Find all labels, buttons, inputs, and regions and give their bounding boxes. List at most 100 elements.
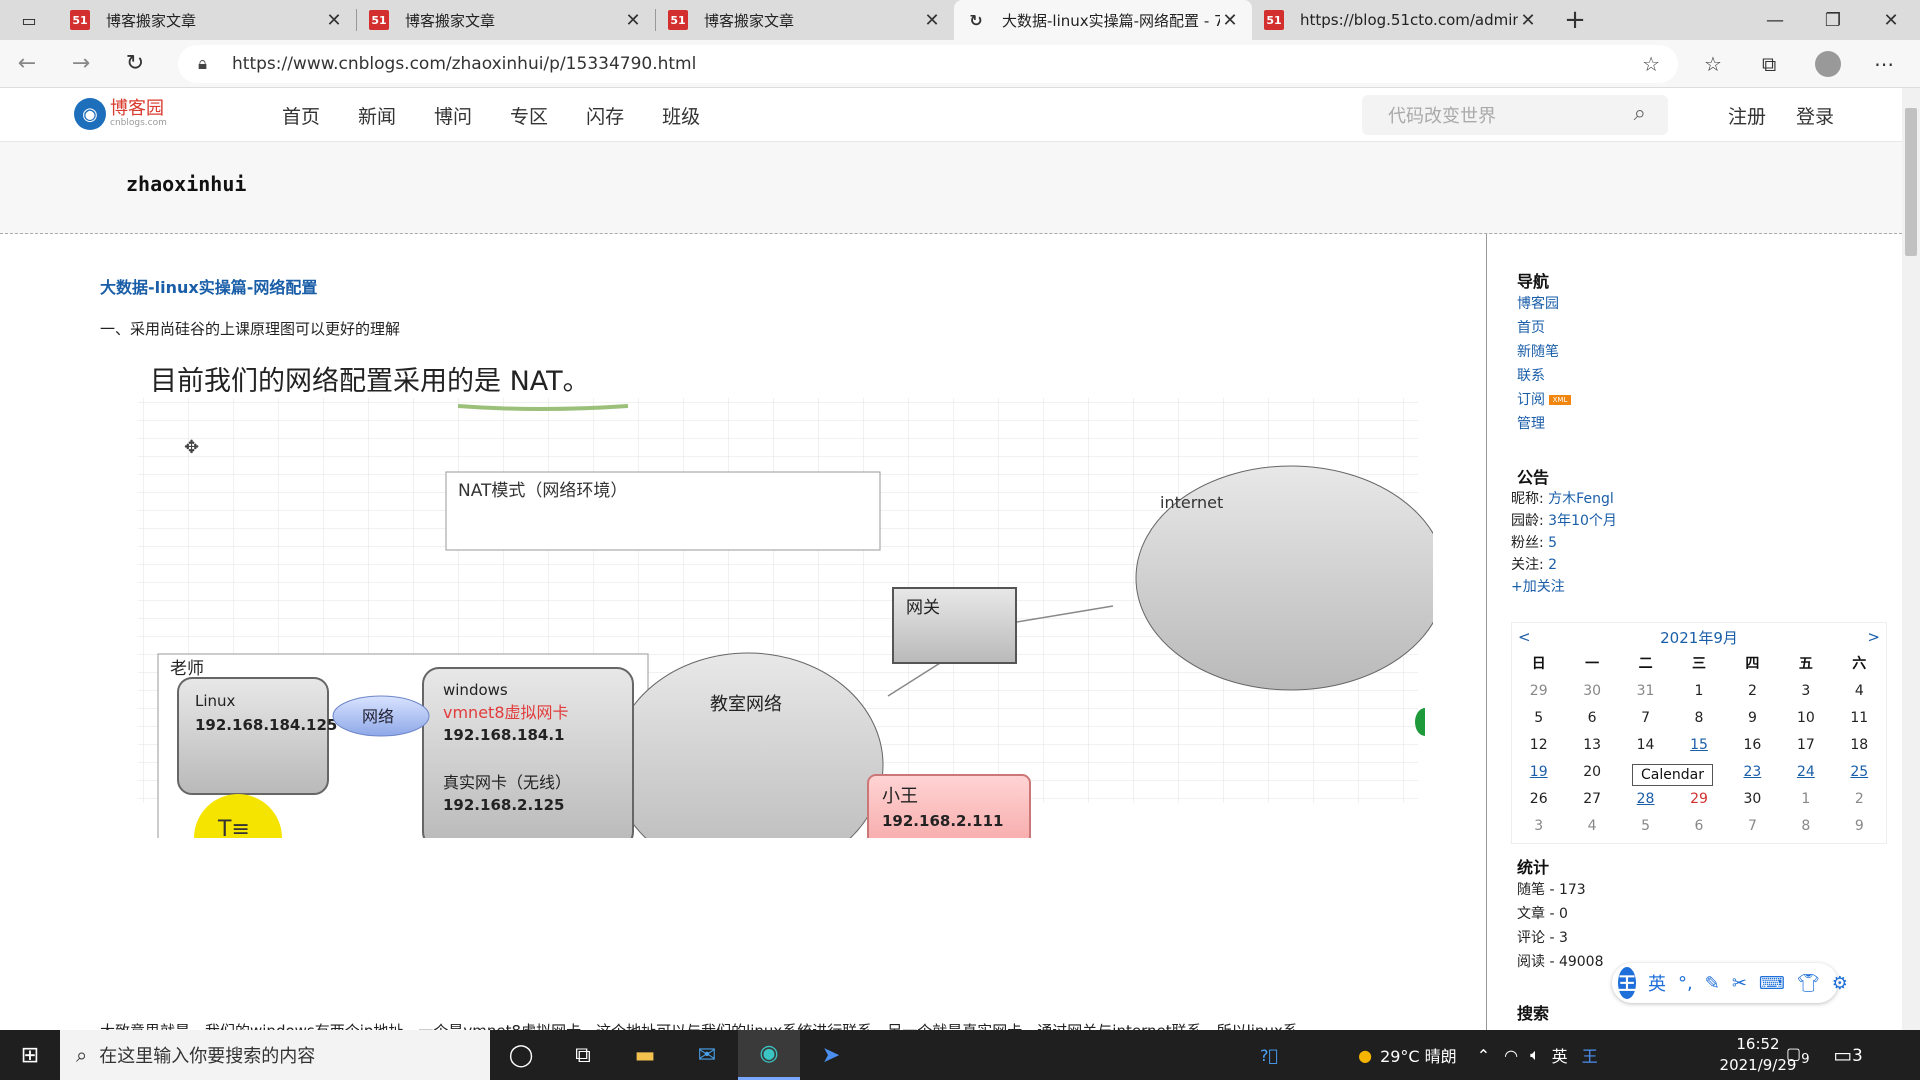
site-search-input[interactable]: 代码改变世界 ⌕ <box>1362 95 1668 135</box>
notice-title: 公告 <box>1517 468 1550 487</box>
close-tab-icon[interactable]: ✕ <box>1220 10 1240 31</box>
search-icon[interactable]: ⌕ <box>1634 101 1646 126</box>
help-icon[interactable]: ?⃝ <box>1260 1046 1278 1065</box>
scrollbar-thumb[interactable] <box>1905 108 1917 256</box>
sidebar-nav-title: 导航 <box>1517 272 1550 291</box>
keyboard-icon[interactable]: ⌨ <box>1759 973 1785 994</box>
follow-link[interactable]: +加关注 <box>1511 579 1565 595</box>
file-explorer-icon[interactable]: ▬ <box>614 1030 676 1080</box>
browser-tab-active[interactable]: ↻ 大数据-linux实操篇-网络配置 - 7 ✕ <box>954 0 1252 40</box>
ime-logo-icon[interactable]: 王 <box>1618 967 1636 999</box>
windows-start-icon[interactable]: ⊞ <box>0 1030 60 1080</box>
add-favorite-icon[interactable]: ☆ <box>1642 52 1660 76</box>
close-window-icon[interactable]: ✕ <box>1862 0 1920 40</box>
notice-value[interactable]: 3年10个月 <box>1548 513 1617 529</box>
favorites-icon[interactable]: ☆ <box>1704 40 1722 88</box>
calendar-day: 1 <box>1801 791 1811 807</box>
close-tab-icon[interactable]: ✕ <box>324 10 344 31</box>
sidebar-link-new-post[interactable]: 新随笔 <box>1517 340 1571 364</box>
close-tab-icon[interactable]: ✕ <box>623 10 643 31</box>
nav-home[interactable]: 首页 <box>282 102 320 129</box>
profile-icon[interactable] <box>1815 40 1841 88</box>
calendar-day: 20 <box>1583 764 1602 780</box>
nav-questions[interactable]: 博问 <box>434 102 472 129</box>
ime-mode[interactable]: 英 <box>1648 970 1666 996</box>
blog-title[interactable]: zhaoxinhui <box>126 172 246 196</box>
calendar-day[interactable]: 19 <box>1512 759 1565 786</box>
tab-actions-menu-button[interactable]: ▭ <box>0 0 58 40</box>
close-tab-icon[interactable]: ✕ <box>922 10 942 31</box>
collections-icon[interactable]: ⧉ <box>1762 40 1776 88</box>
browser-tab[interactable]: 51 博客搬家文章 ✕ <box>656 0 954 40</box>
cortana-icon[interactable]: ◯ <box>490 1030 552 1080</box>
tab-title: 博客搬家文章 <box>106 11 197 30</box>
calendar-day[interactable]: 15 <box>1672 732 1725 759</box>
ime-tray-icon[interactable]: 王 <box>1582 1043 1598 1067</box>
handwriting-icon[interactable]: ✎ <box>1705 973 1720 994</box>
51cto-favicon-icon: 51 <box>369 10 389 30</box>
lock-icon[interactable]: 🔒︎ <box>198 54 222 74</box>
register-link[interactable]: 注册 <box>1728 102 1766 129</box>
teacher-label: 老师 <box>170 659 204 679</box>
notice-value[interactable]: 方木Fengl <box>1548 491 1614 507</box>
mail-icon[interactable]: ✉ <box>676 1030 738 1080</box>
minimize-icon[interactable]: — <box>1746 0 1804 40</box>
site-logo[interactable]: ◉ 博客园 cnblogs.com <box>74 98 167 130</box>
task-view-icon[interactable]: ⧉ <box>552 1030 614 1080</box>
notice-value[interactable]: 5 <box>1548 535 1557 551</box>
nav-zones[interactable]: 专区 <box>510 102 548 129</box>
stat-comments: 评论 - 3 <box>1517 930 1568 946</box>
wifi-icon[interactable]: ◠ <box>1504 1046 1518 1065</box>
notice-value[interactable]: 2 <box>1548 557 1557 573</box>
back-icon[interactable]: ← <box>0 40 54 88</box>
calendar-day[interactable]: 25 <box>1833 759 1886 786</box>
calendar-day: 12 <box>1529 737 1548 753</box>
calendar-day[interactable]: 23 <box>1726 759 1779 786</box>
calendar-day[interactable]: 24 <box>1779 759 1832 786</box>
browser-tab[interactable]: 51 博客搬家文章 ✕ <box>357 0 655 40</box>
feishu-icon[interactable]: ➤ <box>800 1030 862 1080</box>
calendar-day: 10 <box>1796 710 1815 726</box>
input-lang[interactable]: 英 <box>1552 1043 1568 1067</box>
settings-icon[interactable]: ⚙ <box>1832 973 1848 994</box>
browser-tab[interactable]: 51 https://blog.51cto.com/admin/bl ✕ <box>1252 0 1550 40</box>
page-scrollbar[interactable] <box>1902 88 1920 1030</box>
action-center-icon[interactable]: ▭ 3 <box>1820 1030 1876 1080</box>
scissors-icon[interactable]: ✂ <box>1732 973 1747 994</box>
url-text: https://www.cnblogs.com/zhaoxinhui/p/153… <box>232 54 697 74</box>
chevron-up-icon[interactable]: ⌃ <box>1477 1046 1490 1065</box>
calendar-next-button[interactable]: > <box>1867 628 1880 646</box>
skin-icon[interactable]: 👕︎ <box>1797 973 1820 994</box>
sidebar-link-contact[interactable]: 联系 <box>1517 364 1571 388</box>
stats-title: 统计 <box>1517 858 1550 877</box>
weather-text[interactable]: 29°C 晴朗 <box>1380 1043 1457 1067</box>
browser-tab[interactable]: 51 博客搬家文章 ✕ <box>58 0 356 40</box>
forward-icon[interactable]: → <box>54 40 108 88</box>
volume-icon[interactable]: 🔈︎ <box>1530 1045 1540 1065</box>
calendar-prev-button[interactable]: < <box>1518 628 1531 646</box>
ime-toolbar[interactable]: 王 英 °, ✎ ✂ ⌨ 👕︎ ⚙ <box>1612 963 1848 1003</box>
notification-count-icon[interactable]: ▢9 <box>1786 1044 1810 1067</box>
search-placeholder: 代码改变世界 <box>1388 106 1496 127</box>
close-tab-icon[interactable]: ✕ <box>1518 10 1538 31</box>
sidebar-link-subscribe[interactable]: 订阅 XML <box>1517 388 1571 412</box>
new-tab-button[interactable]: + <box>1550 5 1600 35</box>
refresh-icon[interactable]: ↻ <box>108 40 162 88</box>
calendar-day: 7 <box>1641 710 1651 726</box>
calendar-day[interactable]: 28 <box>1619 786 1672 813</box>
network-diagram: 目前我们的网络配置采用的是 NAT。 ✥ NAT模式（网络环境） interne… <box>138 366 1447 882</box>
nav-class[interactable]: 班级 <box>662 102 700 129</box>
sidebar-link-cnblogs[interactable]: 博客园 <box>1517 292 1571 316</box>
taskbar-search-input[interactable]: ⌕ 在这里输入你要搜索的内容 <box>60 1030 490 1080</box>
sidebar-link-home[interactable]: 首页 <box>1517 316 1571 340</box>
more-icon[interactable]: ⋯ <box>1874 40 1894 88</box>
ime-punct[interactable]: °, <box>1678 973 1693 994</box>
login-link[interactable]: 登录 <box>1796 102 1834 129</box>
nav-news[interactable]: 新闻 <box>358 102 396 129</box>
post-title[interactable]: 大数据-linux实操篇-网络配置 <box>100 274 317 298</box>
edge-icon[interactable]: ◉ <box>738 1030 800 1080</box>
maximize-icon[interactable]: ❐ <box>1804 0 1862 40</box>
nav-flash[interactable]: 闪存 <box>586 102 624 129</box>
sidebar-link-manage[interactable]: 管理 <box>1517 412 1571 436</box>
address-input[interactable]: 🔒︎ https://www.cnblogs.com/zhaoxinhui/p/… <box>178 45 1678 83</box>
